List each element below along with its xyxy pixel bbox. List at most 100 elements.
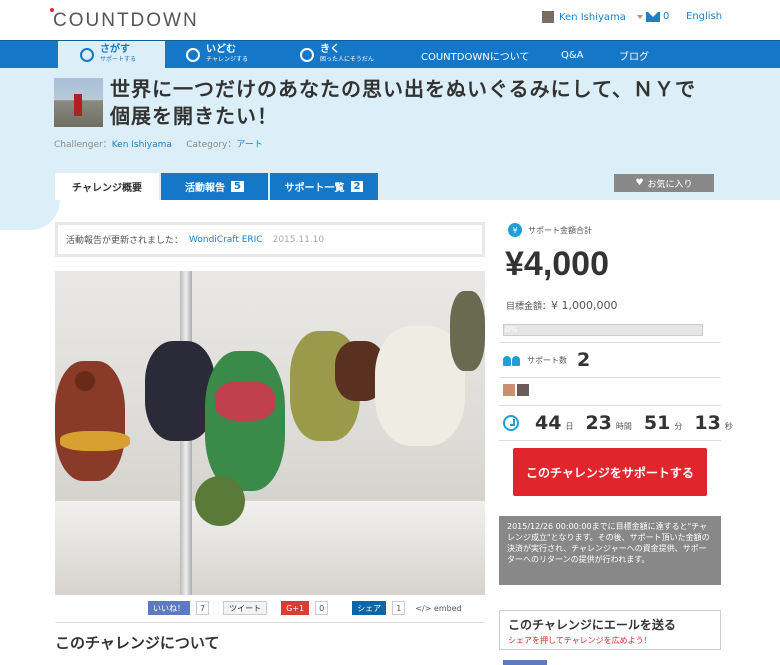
goal-amount: ¥ 1,000,000	[551, 299, 618, 312]
nav-sublabel: サポートする	[100, 56, 137, 63]
main-nav: さがす サポートする いどむ チャレンジする きく 困った人にそうだん COUNTDO…	[0, 40, 780, 69]
total-amount: ¥4,000	[505, 245, 609, 283]
deadline-info: 2015/12/26 00:00:00までに目標金額に達すると"チャレンジ成立"…	[499, 516, 721, 585]
challenger-link[interactable]: Ken Ishiyama	[112, 140, 172, 150]
notice-author-link[interactable]: WondiCraft ERIC	[189, 235, 263, 245]
heart-icon: ♥	[635, 178, 644, 188]
nav-label: いどむ	[206, 44, 236, 55]
tab-reports[interactable]: 活動報告 5	[161, 173, 268, 200]
nav-item-idomu[interactable]: いどむ チャレンジする	[186, 41, 286, 69]
tab-count-badge: 5	[231, 181, 244, 192]
total-label-row: ¥ サポート金額合計	[508, 223, 592, 237]
tab-label: チャレンジ概要	[72, 183, 142, 194]
progress-bar: 0%	[503, 324, 703, 336]
hours-unit: 時間	[615, 422, 632, 431]
avatar	[542, 11, 554, 23]
search-icon	[80, 48, 94, 62]
tab-count-badge: 2	[350, 181, 364, 192]
category-label: Category：	[186, 140, 237, 150]
linkedin-share-button[interactable]: シェア	[352, 601, 387, 615]
supporters-row: サポート数 2	[503, 349, 590, 371]
gplus-count: 0	[315, 601, 329, 615]
category-link[interactable]: アート	[236, 140, 262, 150]
countdown-seconds: 13	[694, 412, 721, 434]
tab-overview[interactable]: チャレンジ概要	[55, 173, 159, 200]
like-label: いいね！	[153, 603, 185, 613]
nav-link-blog[interactable]: ブログ	[619, 41, 649, 69]
language-link[interactable]: English	[686, 11, 722, 22]
countdown-logo[interactable]: COUNTDOWN	[50, 8, 199, 32]
speech-tail	[0, 200, 60, 230]
nav-item-kiku[interactable]: きく 困った人にそうだん	[300, 41, 400, 69]
user-menu[interactable]: Ken Ishiyama	[542, 11, 643, 23]
mail-count: 0	[663, 11, 670, 22]
nav-link-about[interactable]: COUNTDOWNについて	[421, 41, 529, 69]
countdown-days: 44	[535, 412, 562, 434]
avatar[interactable]	[517, 384, 529, 396]
countdown-timer: 44 日 23 時間 51 分 13 秒	[503, 412, 741, 434]
project-meta: Challenger：Ken Ishiyama Category：アート	[54, 137, 263, 150]
countdown-minutes: 51	[643, 412, 671, 434]
nav-sublabel: 困った人にそうだん	[320, 56, 374, 63]
chevron-down-icon	[636, 15, 643, 19]
tweet-button[interactable]: ツイート	[223, 601, 268, 615]
seconds-unit: 秒	[724, 422, 733, 431]
notice-date: 2015.11.10	[272, 234, 325, 245]
people-icon	[503, 354, 521, 366]
nav-link-qa[interactable]: Q&A	[561, 41, 584, 69]
divider	[55, 622, 485, 623]
days-unit: 日	[565, 422, 574, 431]
linkedin-label: シェア	[357, 603, 382, 613]
logo-text: COUNTDOWN	[53, 10, 199, 31]
minutes-unit: 分	[674, 422, 683, 431]
favorite-label: お気に入り	[647, 179, 693, 190]
tab-label: 活動報告	[185, 183, 226, 194]
about-heading: このチャレンジについて	[55, 634, 220, 652]
challenger-label: Challenger：	[54, 140, 112, 150]
top-header: COUNTDOWN Ken Ishiyama 0 English	[0, 0, 780, 40]
nav-item-sagasu[interactable]: さがす サポートする	[58, 41, 165, 69]
total-label: サポート金額合計	[528, 225, 592, 235]
logo-dot	[50, 8, 54, 12]
divider	[499, 440, 721, 441]
facebook-like-button[interactable]: いいね！	[148, 601, 190, 615]
nav-label: さがす	[100, 44, 130, 55]
mail-icon	[646, 11, 660, 22]
mail-link[interactable]: 0	[646, 11, 669, 22]
divider	[499, 377, 721, 378]
divider	[499, 405, 721, 406]
avatar[interactable]	[503, 384, 515, 396]
gplus-button[interactable]: G+1	[281, 601, 310, 615]
support-challenge-button[interactable]: このチャレンジをサポートする	[513, 448, 707, 496]
cheer-title: このチャレンジにエールを送る	[508, 618, 676, 632]
tab-supports[interactable]: サポート一覧 2	[270, 173, 378, 200]
share-bar: いいね！ 7 ツイート G+1 0 シェア 1 </> embed	[148, 600, 488, 616]
linkedin-count: 1	[392, 601, 406, 615]
yen-icon: ¥	[508, 223, 522, 237]
supporters-count: 2	[577, 349, 591, 371]
cheer-subtitle: シェアを押してチャレンジを広めよう！	[508, 636, 652, 645]
progress-text: 0%	[505, 325, 518, 334]
tweet-label: ツイート	[229, 603, 262, 613]
project-photo	[55, 271, 485, 595]
favorite-button[interactable]: ♥ お気に入り	[614, 174, 714, 192]
like-count: 7	[196, 601, 210, 615]
project-thumbnail	[54, 78, 103, 127]
nav-label: きく	[320, 44, 340, 55]
tab-label: サポート一覧	[284, 183, 345, 194]
facebook-share-button[interactable]	[503, 660, 547, 665]
gplus-label: G+1	[286, 603, 305, 613]
supporter-avatars	[503, 384, 529, 396]
embed-link[interactable]: </> embed	[415, 604, 461, 613]
challenge-icon	[186, 48, 200, 62]
update-notice: 活動報告が更新されました： WondiCraft ERIC 2015.11.10	[55, 222, 485, 257]
goal-row: 目標金額：¥ 1,000,000	[506, 299, 618, 312]
goal-label: 目標金額：	[506, 302, 552, 312]
countdown-hours: 23	[585, 412, 612, 434]
divider	[499, 342, 721, 343]
project-title: 世界に一つだけのあなたの思い出をぬいぐるみにして、ＮＹで個展を開きたい！	[110, 77, 696, 128]
notice-text: 活動報告が更新されました：	[66, 236, 184, 246]
consult-icon	[300, 48, 314, 62]
nav-sublabel: チャレンジする	[206, 56, 248, 63]
cheer-box: このチャレンジにエールを送る シェアを押してチャレンジを広めよう！	[499, 610, 721, 650]
